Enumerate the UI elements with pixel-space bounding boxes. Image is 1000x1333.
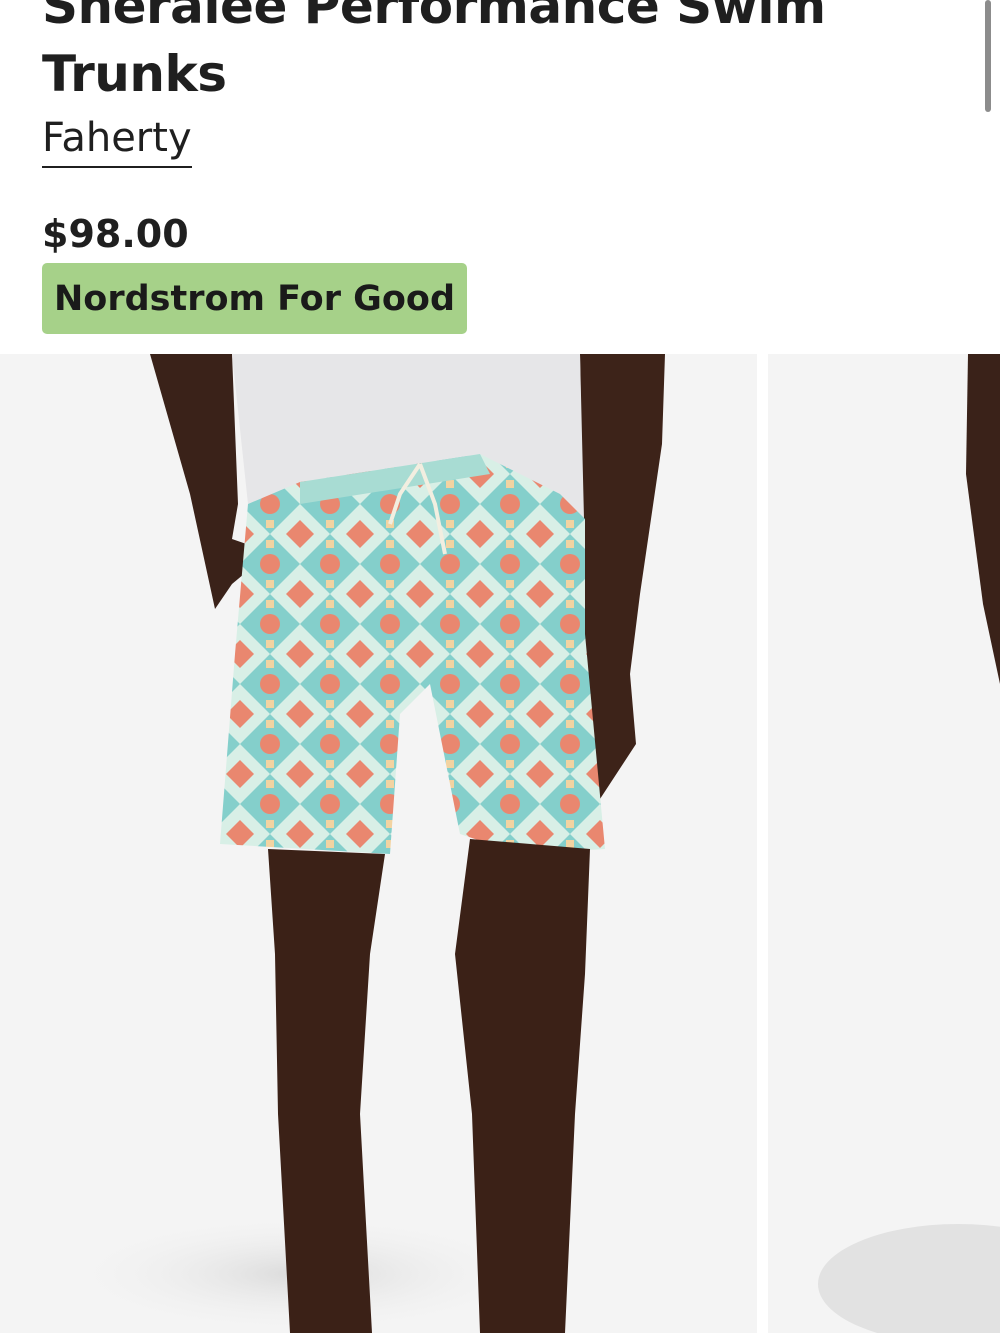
brand-link[interactable]: Faherty [42,112,192,168]
product-photo-next[interactable] [768,354,1000,1333]
product-photo-main[interactable] [0,354,757,1333]
page-scrollbar[interactable] [985,0,991,112]
swim-trunks-alt-image [768,354,1000,1333]
product-title-line-1: Sheralee Performance Swim [42,0,826,35]
product-title-line-2: Trunks [42,45,227,103]
product-page: Sheralee Performance Swim Trunks Faherty… [0,0,1000,1333]
product-title: Sheralee Performance Swim Trunks [42,0,982,108]
product-image-gallery[interactable] [0,354,1000,1333]
swim-trunks-model-image [0,354,757,1333]
product-price: $98.00 [42,212,189,256]
nordstrom-for-good-badge[interactable]: Nordstrom For Good [42,263,468,334]
